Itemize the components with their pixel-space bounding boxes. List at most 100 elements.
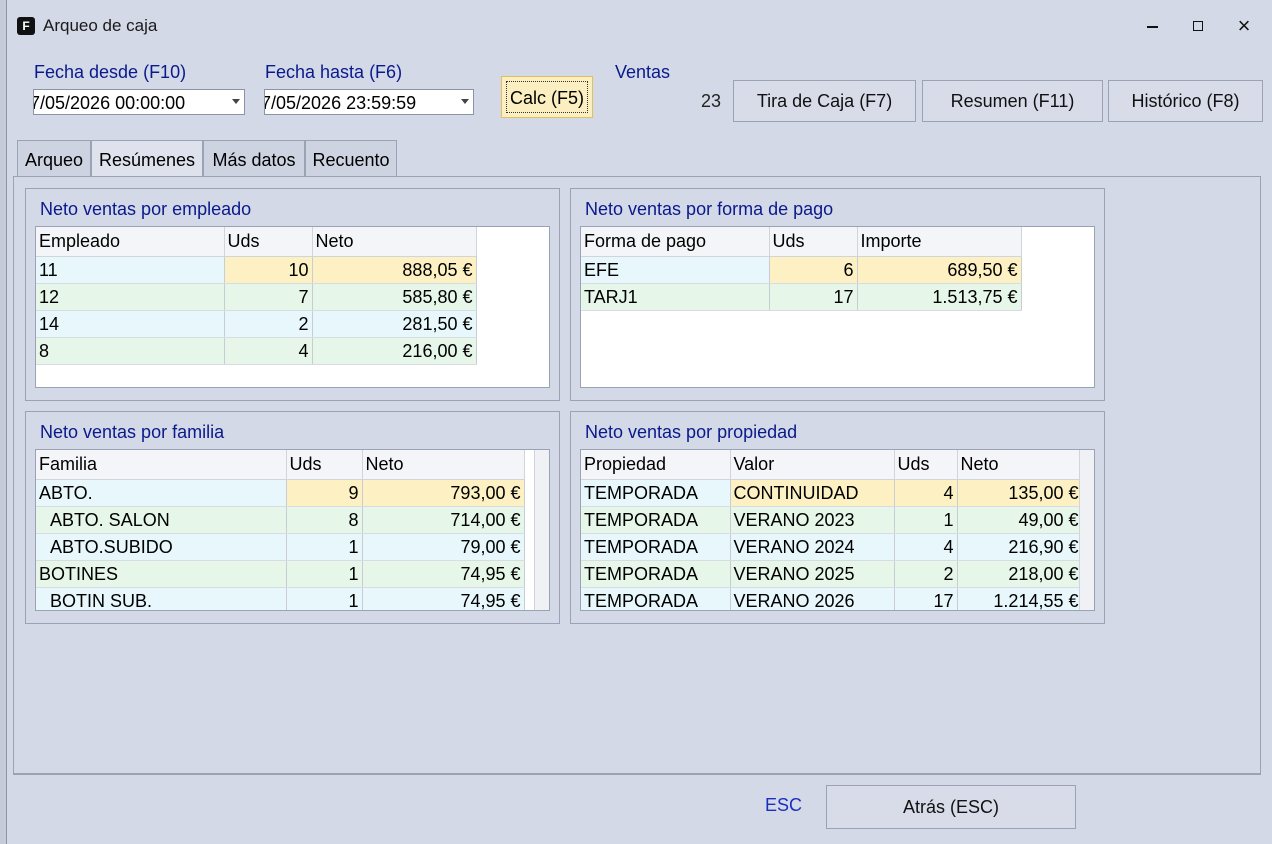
table-cell: 1.214,55 € <box>957 587 1083 610</box>
table-cell: TEMPORADA <box>581 560 731 588</box>
calc-button[interactable]: Calc (F5) <box>501 76 593 118</box>
table-row[interactable]: BOTINES 1 74,95 € <box>36 560 525 588</box>
vertical-scrollbar[interactable] <box>534 450 549 610</box>
table-cell: 74,95 € <box>362 560 525 588</box>
table-row[interactable]: TEMPORADA VERANO 2023 1 49,00 € <box>581 506 1083 534</box>
title-bar: F Arqueo de caja × <box>7 0 1272 52</box>
table-cell: 17 <box>769 283 858 311</box>
resumenes-panel: Neto ventas por empleado Empleado Uds Ne… <box>13 176 1261 774</box>
table-cell: CONTINUIDAD <box>730 479 895 507</box>
table-cell: ABTO.SUBIDO <box>36 533 287 561</box>
table-row[interactable]: TEMPORADA CONTINUIDAD 4 135,00 € <box>581 479 1083 507</box>
column-header[interactable]: Empleado <box>36 227 225 257</box>
window-title: Arqueo de caja <box>43 16 158 35</box>
column-header[interactable]: Uds <box>286 450 363 480</box>
dropdown-arrow-icon[interactable] <box>461 99 469 104</box>
atras-button[interactable]: Atrás (ESC) <box>826 785 1076 829</box>
column-header[interactable]: Uds <box>894 450 958 480</box>
app-icon: F <box>17 17 35 35</box>
tira-de-caja-button[interactable]: Tira de Caja (F7) <box>733 80 916 122</box>
table-row[interactable]: BOTIN SUB. 1 74,95 € <box>36 587 525 610</box>
maximize-button[interactable] <box>1178 12 1218 40</box>
column-header[interactable]: Forma de pago <box>581 227 770 257</box>
table-row[interactable]: EFE 6 689,50 € <box>581 256 1022 284</box>
table-cell: 281,50 € <box>312 310 477 338</box>
table-row[interactable]: TEMPORADA VERANO 2024 4 216,90 € <box>581 533 1083 561</box>
calc-button-label: Calc (F5) <box>506 81 588 113</box>
table-row[interactable]: TEMPORADA VERANO 2025 2 218,00 € <box>581 560 1083 588</box>
column-header[interactable]: Neto <box>362 450 525 480</box>
table-cell: 4 <box>894 533 958 561</box>
table-cell: TARJ1 <box>581 283 770 311</box>
column-header[interactable]: Neto <box>957 450 1083 480</box>
table-row[interactable]: ABTO.SUBIDO 1 79,00 € <box>36 533 525 561</box>
table-row[interactable]: ABTO. SALON 8 714,00 € <box>36 506 525 534</box>
table-cell: 714,00 € <box>362 506 525 534</box>
table-cell: TEMPORADA <box>581 506 731 534</box>
column-header[interactable]: Uds <box>224 227 313 257</box>
table-row[interactable]: 11 10 888,05 € <box>36 256 477 284</box>
group-title: Neto ventas por forma de pago <box>585 199 834 219</box>
minimize-icon <box>1146 25 1158 28</box>
table-cell: 9 <box>286 479 363 507</box>
group-title: Neto ventas por familia <box>40 422 225 442</box>
table-row[interactable]: 8 4 216,00 € <box>36 337 477 365</box>
forma-pago-grid[interactable]: Forma de pago Uds Importe EFE 6 689,50 € T… <box>580 226 1095 388</box>
familia-grid[interactable]: Familia Uds Neto ABTO. 9 793,00 € ABTO. SA… <box>35 449 550 611</box>
group-neto-empleado: Neto ventas por empleado Empleado Uds Ne… <box>25 188 560 401</box>
resumen-button[interactable]: Resumen (F11) <box>922 80 1103 122</box>
table-cell: ABTO. <box>36 479 287 507</box>
group-title: Neto ventas por propiedad <box>585 422 798 442</box>
fecha-hasta-picker[interactable]: 7/05/2026 23:59:59 <box>264 89 474 115</box>
propiedad-grid[interactable]: Propiedad Valor Uds Neto TEMPORADA CONTIN… <box>580 449 1095 611</box>
table-cell: 1 <box>894 506 958 534</box>
table-row[interactable]: 12 7 585,80 € <box>36 283 477 311</box>
column-header[interactable]: Neto <box>312 227 477 257</box>
fecha-hasta-label: Fecha hasta (F6) <box>265 62 403 82</box>
tab-mas-datos[interactable]: Más datos <box>203 140 305 178</box>
table-cell: 74,95 € <box>362 587 525 610</box>
footer-divider <box>13 774 1261 775</box>
dropdown-arrow-icon[interactable] <box>232 99 240 104</box>
table-cell: 6 <box>769 256 858 284</box>
empleado-grid[interactable]: Empleado Uds Neto 11 10 888,05 € 12 7 585,80… <box>35 226 550 388</box>
table-cell: 1 <box>286 560 363 588</box>
table-cell: VERANO 2026 <box>730 587 895 610</box>
table-row[interactable]: TEMPORADA VERANO 2026 17 1.214,55 € <box>581 587 1083 610</box>
vertical-scrollbar[interactable] <box>1079 450 1094 610</box>
fecha-hasta-value: 7/05/2026 23:59:59 <box>264 93 417 113</box>
table-cell: EFE <box>581 256 770 284</box>
table-cell: 216,00 € <box>312 337 477 365</box>
table-cell: 14 <box>36 310 225 338</box>
column-header[interactable]: Valor <box>730 450 895 480</box>
minimize-button[interactable] <box>1132 12 1172 40</box>
tab-resumenes[interactable]: Resúmenes <box>91 140 203 179</box>
column-header[interactable]: Propiedad <box>581 450 731 480</box>
table-cell: 2 <box>224 310 313 338</box>
table-row[interactable]: 14 2 281,50 € <box>36 310 477 338</box>
fecha-desde-picker[interactable]: 7/05/2026 00:00:00 <box>33 89 245 115</box>
ventas-label: Ventas <box>615 62 671 82</box>
table-cell: 689,50 € <box>857 256 1022 284</box>
table-row[interactable]: TARJ1 17 1.513,75 € <box>581 283 1022 311</box>
close-button[interactable]: × <box>1224 12 1264 40</box>
table-cell: 10 <box>224 256 313 284</box>
column-header[interactable]: Familia <box>36 450 287 480</box>
table-cell: 79,00 € <box>362 533 525 561</box>
column-header[interactable]: Uds <box>769 227 858 257</box>
table-cell: 4 <box>224 337 313 365</box>
table-cell: 1 <box>286 587 363 610</box>
table-cell: BOTIN SUB. <box>36 587 287 610</box>
table-row[interactable]: ABTO. 9 793,00 € <box>36 479 525 507</box>
column-header[interactable]: Importe <box>857 227 1022 257</box>
tab-arqueo[interactable]: Arqueo <box>17 140 91 178</box>
table-cell: ABTO. SALON <box>36 506 287 534</box>
maximize-icon <box>1193 20 1203 31</box>
tab-recuento[interactable]: Recuento <box>305 140 397 178</box>
table-cell: 8 <box>36 337 225 365</box>
table-cell: 1.513,75 € <box>857 283 1022 311</box>
group-title: Neto ventas por empleado <box>40 199 252 219</box>
table-cell: 793,00 € <box>362 479 525 507</box>
table-cell: 216,90 € <box>957 533 1083 561</box>
historico-button[interactable]: Histórico (F8) <box>1108 80 1263 122</box>
